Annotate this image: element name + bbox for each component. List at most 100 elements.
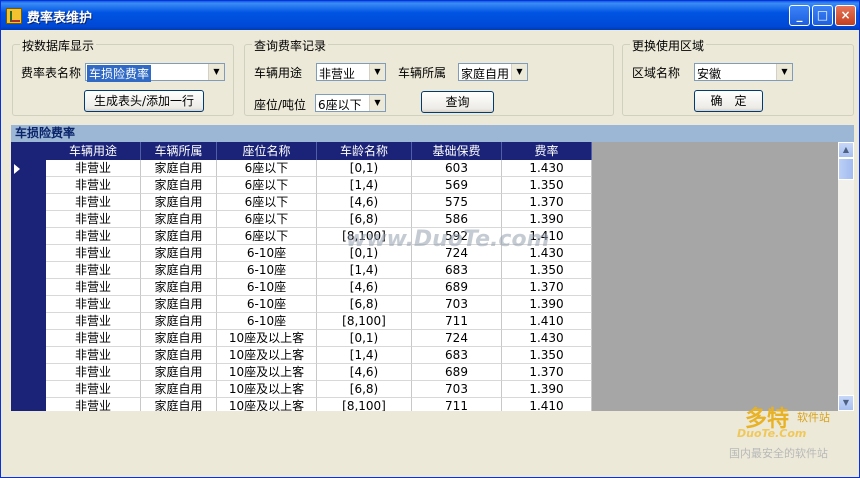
table-cell[interactable]: 1.430 — [502, 330, 592, 347]
table-cell[interactable]: 6座以下 — [217, 194, 317, 211]
table-cell[interactable]: 非营业 — [46, 398, 141, 411]
owner-select[interactable]: 家庭自用 ▼ — [458, 63, 528, 81]
generate-header-add-row-button[interactable]: 生成表头/添加一行 — [84, 90, 204, 112]
table-cell[interactable]: 575 — [412, 194, 502, 211]
table-cell[interactable]: [4,6) — [317, 364, 412, 381]
table-cell[interactable]: 非营业 — [46, 160, 141, 177]
table-cell[interactable]: 1.350 — [502, 177, 592, 194]
table-cell[interactable]: [1,4) — [317, 347, 412, 364]
chevron-down-icon[interactable]: ▼ — [208, 64, 224, 80]
table-row[interactable]: 非营业 家庭自用 6座以下 [4,6) 575 1.370 — [46, 194, 592, 211]
table-cell[interactable]: [8,100] — [317, 398, 412, 411]
table-cell[interactable]: 家庭自用 — [141, 228, 217, 245]
table-cell[interactable]: 689 — [412, 364, 502, 381]
chevron-down-icon[interactable]: ▼ — [369, 64, 385, 80]
table-cell[interactable]: 1.350 — [502, 347, 592, 364]
table-cell[interactable]: 6座以下 — [217, 211, 317, 228]
table-cell[interactable]: 10座及以上客 — [217, 330, 317, 347]
table-cell[interactable]: [0,1) — [317, 160, 412, 177]
table-row[interactable]: 非营业 家庭自用 6座以下 [0,1) 603 1.430 — [46, 160, 592, 177]
table-cell[interactable]: 家庭自用 — [141, 194, 217, 211]
table-cell[interactable]: 1.370 — [502, 364, 592, 381]
table-cell[interactable]: 711 — [412, 313, 502, 330]
table-cell[interactable]: [1,4) — [317, 262, 412, 279]
table-cell[interactable]: 家庭自用 — [141, 177, 217, 194]
table-cell[interactable]: 家庭自用 — [141, 211, 217, 228]
table-cell[interactable]: 家庭自用 — [141, 398, 217, 411]
table-row[interactable]: 非营业 家庭自用 10座及以上客 [4,6) 689 1.370 — [46, 364, 592, 381]
column-header[interactable]: 费率 — [502, 142, 592, 160]
table-row[interactable]: 非营业 家庭自用 10座及以上客 [8,100] 711 1.410 — [46, 398, 592, 411]
table-cell[interactable]: 非营业 — [46, 364, 141, 381]
table-row[interactable]: 非营业 家庭自用 10座及以上客 [0,1) 724 1.430 — [46, 330, 592, 347]
table-cell[interactable]: [8,100] — [317, 313, 412, 330]
table-cell[interactable]: [6,8) — [317, 211, 412, 228]
table-cell[interactable]: 1.410 — [502, 313, 592, 330]
chevron-down-icon[interactable]: ▼ — [369, 95, 385, 111]
table-cell[interactable]: 603 — [412, 160, 502, 177]
table-cell[interactable]: 1.390 — [502, 296, 592, 313]
table-row[interactable]: 非营业 家庭自用 6-10座 [6,8) 703 1.390 — [46, 296, 592, 313]
table-cell[interactable]: 非营业 — [46, 330, 141, 347]
table-cell[interactable]: 非营业 — [46, 313, 141, 330]
table-cell[interactable]: 703 — [412, 381, 502, 398]
table-cell[interactable]: [4,6) — [317, 279, 412, 296]
table-cell[interactable]: 家庭自用 — [141, 245, 217, 262]
table-cell[interactable]: 569 — [412, 177, 502, 194]
table-cell[interactable]: 10座及以上客 — [217, 364, 317, 381]
table-cell[interactable]: 6座以下 — [217, 228, 317, 245]
table-cell[interactable]: 1.430 — [502, 160, 592, 177]
table-row[interactable]: 非营业 家庭自用 6座以下 [1,4) 569 1.350 — [46, 177, 592, 194]
table-cell[interactable]: [1,4) — [317, 177, 412, 194]
table-name-select[interactable]: 车损险费率 ▼ — [85, 63, 225, 82]
table-cell[interactable]: 家庭自用 — [141, 381, 217, 398]
table-cell[interactable]: 683 — [412, 347, 502, 364]
grid-body[interactable]: 车辆用途 车辆所属 座位名称 车龄名称 基础保费 费率 非营业 家庭自用 6座以下 [0,1) 6… — [11, 142, 838, 411]
column-header[interactable]: 基础保费 — [412, 142, 502, 160]
table-cell[interactable]: 家庭自用 — [141, 313, 217, 330]
chevron-down-icon[interactable]: ▼ — [511, 64, 527, 80]
close-button[interactable]: × — [835, 5, 856, 26]
table-cell[interactable]: 6-10座 — [217, 262, 317, 279]
table-cell[interactable]: 家庭自用 — [141, 262, 217, 279]
confirm-button[interactable]: 确 定 — [694, 90, 763, 112]
table-cell[interactable]: 非营业 — [46, 381, 141, 398]
table-cell[interactable]: 6座以下 — [217, 160, 317, 177]
scroll-thumb[interactable] — [838, 158, 854, 180]
table-cell[interactable]: 非营业 — [46, 296, 141, 313]
column-header[interactable]: 车龄名称 — [317, 142, 412, 160]
seat-select[interactable]: 6座以下 ▼ — [315, 94, 386, 112]
table-cell[interactable]: 1.350 — [502, 262, 592, 279]
column-header[interactable]: 车辆用途 — [46, 142, 141, 160]
table-cell[interactable]: 683 — [412, 262, 502, 279]
table-cell[interactable]: 586 — [412, 211, 502, 228]
table-cell[interactable]: 6座以下 — [217, 177, 317, 194]
usage-select[interactable]: 非营业 ▼ — [316, 63, 386, 81]
table-cell[interactable]: 非营业 — [46, 177, 141, 194]
table-cell[interactable]: 1.390 — [502, 211, 592, 228]
title-bar[interactable]: 费率表维护 _ □ × — [1, 1, 859, 30]
region-select[interactable]: 安徽 ▼ — [694, 63, 793, 81]
table-cell[interactable]: 家庭自用 — [141, 330, 217, 347]
column-header[interactable]: 车辆所属 — [141, 142, 217, 160]
table-cell[interactable]: 724 — [412, 330, 502, 347]
row-header-column[interactable] — [11, 142, 46, 411]
table-cell[interactable]: 非营业 — [46, 194, 141, 211]
table-row[interactable]: 非营业 家庭自用 10座及以上客 [1,4) 683 1.350 — [46, 347, 592, 364]
table-cell[interactable]: 非营业 — [46, 279, 141, 296]
table-row[interactable]: 非营业 家庭自用 6-10座 [1,4) 683 1.350 — [46, 262, 592, 279]
table-cell[interactable]: 1.370 — [502, 279, 592, 296]
table-cell[interactable]: 10座及以上客 — [217, 381, 317, 398]
table-cell[interactable]: 家庭自用 — [141, 364, 217, 381]
table-cell[interactable]: 1.390 — [502, 381, 592, 398]
table-row[interactable]: 非营业 家庭自用 10座及以上客 [6,8) 703 1.390 — [46, 381, 592, 398]
minimize-button[interactable]: _ — [789, 5, 810, 26]
table-cell[interactable]: 非营业 — [46, 245, 141, 262]
table-cell[interactable]: 家庭自用 — [141, 279, 217, 296]
table-cell[interactable]: [4,6) — [317, 194, 412, 211]
table-cell[interactable]: 689 — [412, 279, 502, 296]
column-header[interactable]: 座位名称 — [217, 142, 317, 160]
table-cell[interactable]: 6-10座 — [217, 245, 317, 262]
table-cell[interactable]: [6,8) — [317, 381, 412, 398]
chevron-down-icon[interactable]: ▼ — [776, 64, 792, 80]
